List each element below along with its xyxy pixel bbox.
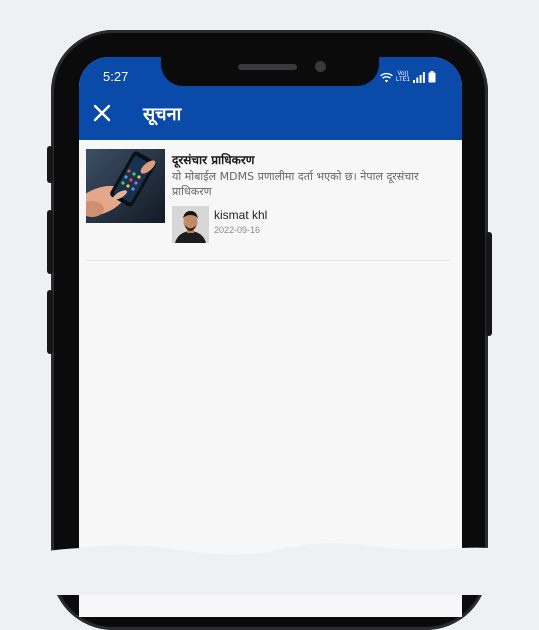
signal-icon: [413, 72, 425, 83]
speaker-grille: [238, 64, 297, 70]
volume-down-button: [47, 290, 53, 354]
status-time: 5:27: [103, 69, 129, 84]
post-date: 2022-09-16: [214, 225, 261, 235]
notification-item[interactable]: दूरसंचार प्राधिकरण यो मोबाईल MDMS प्रणाल…: [86, 149, 450, 261]
status-icons: Vo)) LTE1: [380, 71, 436, 83]
author-name: kismat khl: [214, 208, 268, 222]
mute-switch: [47, 146, 53, 183]
phone-notch: [161, 57, 379, 86]
front-camera: [315, 61, 326, 72]
wifi-icon: [380, 72, 393, 83]
notification-thumbnail: [86, 149, 165, 223]
app-screen: 5:27 Vo)) LTE1 सूचना दूरसंचार प्राधिकरण …: [79, 57, 462, 617]
volume-up-button: [47, 210, 53, 274]
battery-icon: [428, 71, 436, 83]
notification-title: दूरसंचार प्राधिकरण: [172, 153, 255, 167]
power-button: [486, 232, 492, 336]
close-icon[interactable]: [93, 104, 111, 122]
author-avatar: [172, 206, 209, 243]
notification-description: यो मोबाईल MDMS प्रणालीमा दर्ता भएको छ। न…: [172, 170, 419, 198]
volte-lte-label: Vo)) LTE1: [396, 71, 410, 83]
page-title: सूचना: [143, 104, 182, 125]
